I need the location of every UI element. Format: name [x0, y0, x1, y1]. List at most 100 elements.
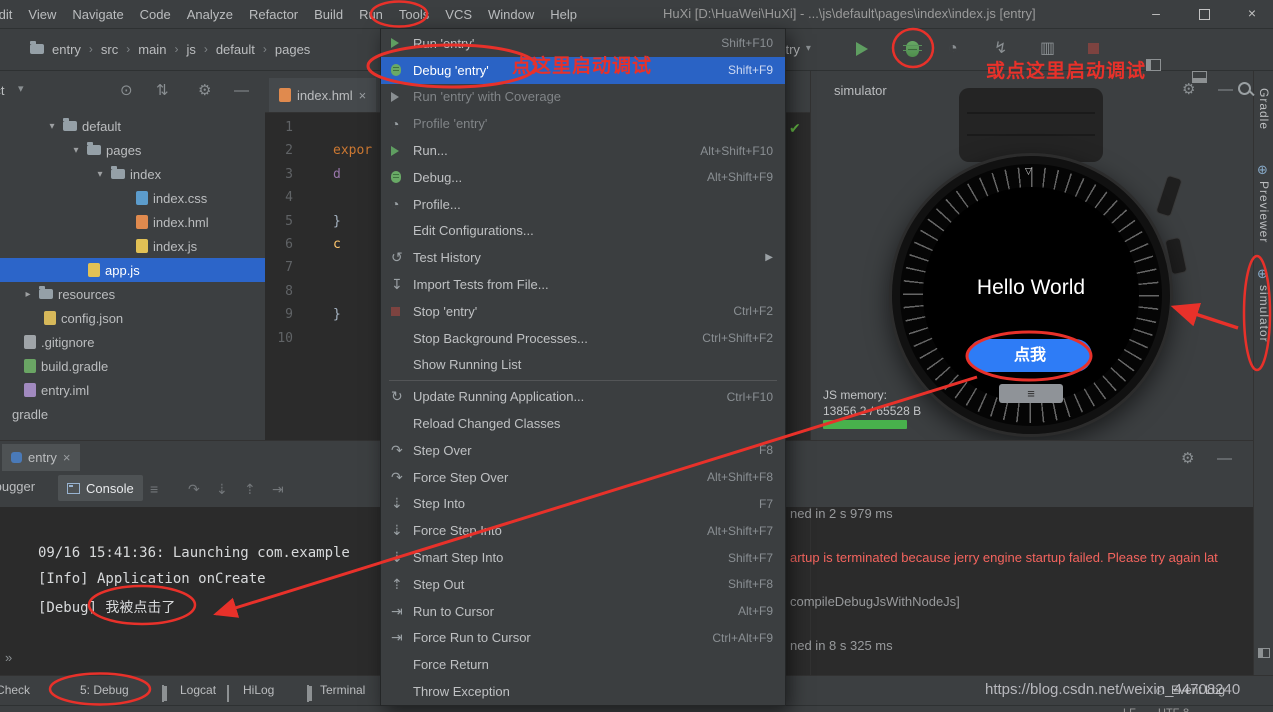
run-menu-item-edit-configurations[interactable]: Edit Configurations...	[381, 218, 785, 245]
run-menu-item-show-running-list[interactable]: Show Running List	[381, 352, 785, 379]
tree-item-index-js[interactable]: index.js	[0, 234, 265, 258]
tree-item-default[interactable]: ▾ default	[0, 114, 265, 138]
run-menu-item-profile-entry[interactable]: ◔ Profile 'entry'	[381, 110, 785, 137]
hide-panel-icon[interactable]: —	[1218, 82, 1233, 97]
run-menu-item-run-with-coverage[interactable]: Run 'entry' with Coverage	[381, 84, 785, 111]
window-layout-icon[interactable]	[1258, 648, 1270, 658]
menu-item-window[interactable]: Window	[480, 1, 542, 28]
run-menu-item-test-history[interactable]: ↺ Test History ▶	[381, 244, 785, 271]
profiler-button[interactable]: ◔	[948, 41, 958, 57]
step-into-icon[interactable]: ⇣	[216, 481, 228, 498]
tab-code-check[interactable]: Code Check	[0, 676, 30, 705]
run-menu-item-update-running-application[interactable]: ↻ Update Running Application... Ctrl+F10	[381, 383, 785, 410]
run-menu-item-import-tests[interactable]: ↧ Import Tests from File...	[381, 271, 785, 298]
tree-item-index[interactable]: ▾ index	[0, 162, 265, 186]
stop-button[interactable]	[1088, 43, 1099, 54]
breadcrumb-entry[interactable]: entry	[50, 42, 83, 57]
project-view-selector[interactable]: Project	[0, 70, 4, 112]
step-over-icon[interactable]: ↷	[188, 481, 200, 498]
list-view-icon[interactable]: ≡	[150, 481, 158, 497]
run-button[interactable]	[856, 42, 868, 56]
run-menu-item-force-run-to-cursor[interactable]: ⇥ Force Run to Cursor Ctrl+Alt+F9	[381, 625, 785, 652]
tree-item-resources[interactable]: ▸ resources	[0, 282, 265, 306]
run-menu-item-force-return[interactable]: Force Return	[381, 651, 785, 678]
encoding-indicator[interactable]: UTF-8	[1158, 706, 1189, 712]
menu-item-run[interactable]: Run	[351, 1, 391, 28]
menu-item-navigate[interactable]: Navigate	[64, 1, 131, 28]
breadcrumb-js[interactable]: js	[184, 42, 197, 57]
run-menu-item-force-step-into[interactable]: ⇣ Force Step Into Alt+Shift+F7	[381, 517, 785, 544]
expand-arrow-icon[interactable]: ▾	[70, 145, 82, 156]
tree-item-entry-iml[interactable]: entry.iml	[0, 378, 265, 402]
maximize-button[interactable]	[1199, 9, 1210, 20]
breadcrumb-src[interactable]: src	[99, 42, 120, 57]
run-to-cursor-icon[interactable]: ⇥	[272, 481, 284, 498]
collapse-arrow-icon[interactable]: ▸	[22, 289, 34, 300]
run-menu-item-stop-entry[interactable]: Stop 'entry' Ctrl+F2	[381, 298, 785, 325]
tree-item-build-gradle[interactable]: build.gradle	[0, 354, 265, 378]
tree-item-config-json[interactable]: config.json	[0, 306, 265, 330]
tree-item-gitignore[interactable]: .gitignore	[0, 330, 265, 354]
hide-panel-icon[interactable]: —	[234, 83, 249, 98]
run-menu-item-step-out[interactable]: ⇡ Step Out Shift+F8	[381, 571, 785, 598]
run-menu-item-debug-entry[interactable]: Debug 'entry' Shift+F9	[381, 56, 785, 84]
menu-item-refactor[interactable]: Refactor	[241, 1, 306, 28]
tab-gradle[interactable]: Gradle	[1257, 88, 1271, 130]
hide-panels-button[interactable]	[1146, 59, 1161, 71]
run-menu-item-run-entry[interactable]: Run 'entry' Shift+F10	[381, 30, 785, 57]
menu-item-view[interactable]: View	[20, 1, 64, 28]
menu-item-code[interactable]: Code	[132, 1, 179, 28]
tab-hilog[interactable]: HiLog	[243, 676, 274, 705]
menu-item-build[interactable]: Build	[306, 1, 351, 28]
debug-session-tab-entry[interactable]: entry ×	[2, 444, 80, 471]
close-tab-icon[interactable]: ×	[359, 88, 367, 103]
layout-button[interactable]	[1192, 71, 1207, 83]
run-menu-item-debug[interactable]: Debug... Alt+Shift+F9	[381, 164, 785, 191]
expand-strip-icon[interactable]: »	[5, 651, 12, 664]
run-menu-item-step-into[interactable]: ⇣ Step Into F7	[381, 491, 785, 518]
run-menu-item-run[interactable]: Run... Alt+Shift+F10	[381, 137, 785, 164]
tab-terminal[interactable]: Terminal	[320, 676, 365, 705]
hide-panel-icon[interactable]: —	[1217, 451, 1232, 466]
tab-previewer[interactable]: ⊕ Previewer	[1257, 162, 1271, 243]
close-window-button[interactable]: ×	[1241, 0, 1263, 26]
run-menu-item-throw-exception[interactable]: Throw Exception	[381, 678, 785, 705]
select-opened-file-icon[interactable]: ⊙	[120, 83, 133, 98]
step-out-icon[interactable]: ⇡	[244, 481, 256, 498]
gear-icon[interactable]: ⚙	[198, 83, 211, 98]
tab-simulator[interactable]: ⊕ simulator	[1257, 266, 1271, 343]
tree-item-app-js[interactable]: app.js	[0, 258, 265, 282]
gear-icon[interactable]: ⚙	[1182, 82, 1195, 97]
breadcrumb-main[interactable]: main	[136, 42, 168, 57]
run-menu-item-step-over[interactable]: ↷ Step Over F8	[381, 437, 785, 464]
menu-item-vcs[interactable]: VCS	[437, 1, 480, 28]
tree-item-pages[interactable]: ▾ pages	[0, 138, 265, 162]
tab-debugger[interactable]: Debugger	[0, 479, 35, 494]
tab-index-hml[interactable]: index.hml ×	[269, 78, 377, 112]
tree-item-gradle[interactable]: gradle	[0, 402, 265, 426]
tree-item-index-css[interactable]: index.css	[0, 186, 265, 210]
menu-item-help[interactable]: Help	[542, 1, 585, 28]
line-separator-indicator[interactable]: LF	[1123, 706, 1136, 712]
expand-arrow-icon[interactable]: ▾	[94, 169, 106, 180]
run-menu-item-stop-background[interactable]: Stop Background Processes... Ctrl+Shift+…	[381, 325, 785, 352]
minimize-button[interactable]: –	[1145, 0, 1167, 26]
dropdown-arrow-icon[interactable]: ▾	[18, 84, 24, 95]
debug-button[interactable]	[903, 41, 922, 57]
run-menu-item-force-step-over[interactable]: ↷ Force Step Over Alt+Shift+F8	[381, 464, 785, 491]
breadcrumb-default[interactable]: default	[214, 42, 257, 57]
search-everywhere-button[interactable]	[1238, 82, 1251, 95]
coverage-button[interactable]: ▥	[1040, 41, 1055, 57]
gear-icon[interactable]: ⚙	[1181, 451, 1194, 466]
tab-logcat[interactable]: Logcat	[180, 676, 216, 705]
tree-item-index-hml[interactable]: index.hml	[0, 210, 265, 234]
run-menu-item-profile[interactable]: ◔ Profile...	[381, 191, 785, 218]
code-area[interactable]: expor d } c }	[333, 116, 372, 350]
run-menu-item-run-to-cursor[interactable]: ⇥ Run to Cursor Alt+F9	[381, 598, 785, 625]
menu-item-edit[interactable]: Edit	[0, 1, 20, 28]
attach-debugger-button[interactable]: ↯	[994, 41, 1007, 57]
run-menu-item-reload-changed-classes[interactable]: Reload Changed Classes	[381, 410, 785, 437]
expand-collapse-icon[interactable]: ⇅	[156, 83, 169, 98]
watch-click-me-button[interactable]: 点我	[968, 339, 1092, 372]
run-menu-item-smart-step-into[interactable]: ⇣ Smart Step Into Shift+F7	[381, 544, 785, 571]
